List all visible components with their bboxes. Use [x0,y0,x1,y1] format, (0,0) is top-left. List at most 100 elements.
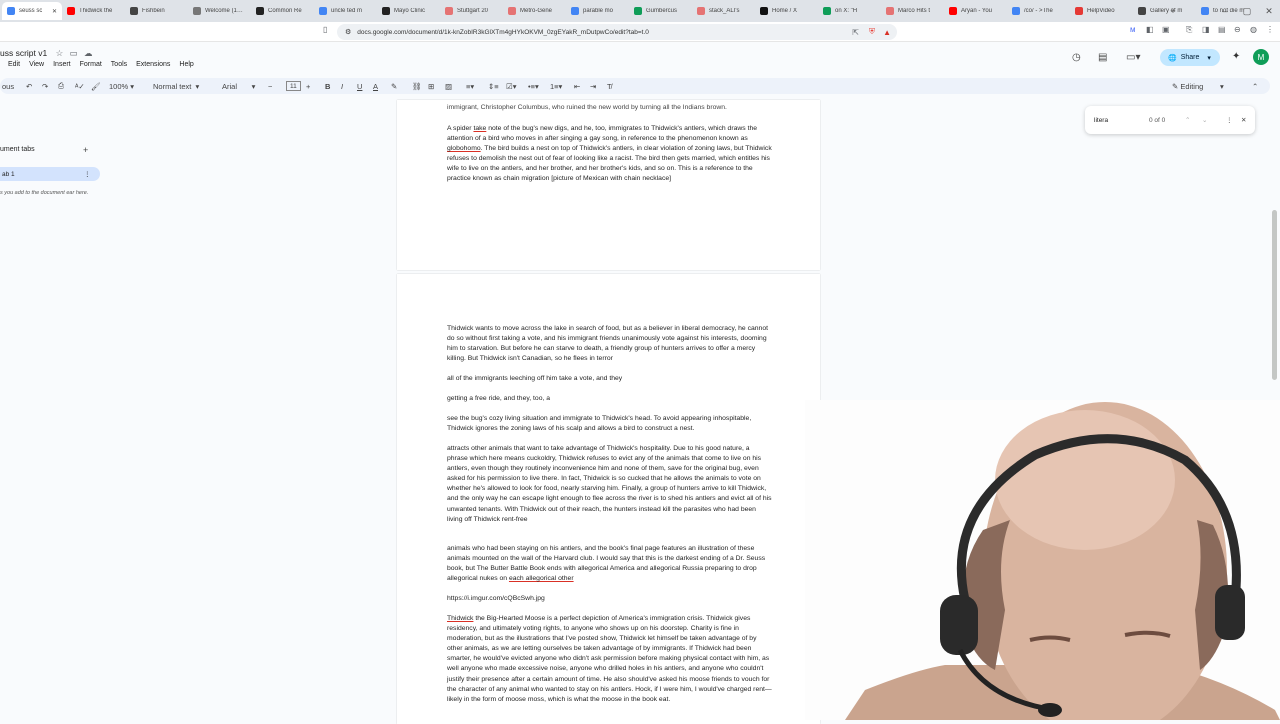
maximize-button[interactable]: ▢ [1236,0,1258,22]
menu-item-format[interactable]: Format [80,61,102,68]
meet-icon[interactable]: ▭▾ [1126,52,1140,63]
font-size-increase[interactable]: + [306,78,310,94]
sidebar-tab-1[interactable]: ab 1 ⋮ [0,167,100,181]
menu-item-tools[interactable]: Tools [111,61,127,68]
font-size-input[interactable]: 11 [286,81,301,91]
find-input[interactable]: litera [1094,117,1108,124]
menu-item-view[interactable]: View [29,61,44,68]
close-tab-icon[interactable]: ✕ [52,8,57,15]
align-icon[interactable]: ≡▾ [466,78,474,94]
menu-item-help[interactable]: Help [179,61,193,68]
browser-tab[interactable]: seuss sc ✕ [2,2,62,20]
site-info-icon[interactable]: ⚙ [345,28,351,36]
misspelled-word[interactable]: take [473,125,486,132]
browser-tab[interactable]: Thidwick the [62,2,125,20]
browser-tab[interactable]: stack_ALI's [692,2,755,20]
browser-tab[interactable]: /co/ - >The [1007,2,1070,20]
collapse-toolbar-icon[interactable]: ⌃ [1252,78,1258,94]
editing-mode-select[interactable]: ✎ Editing ▾ [1172,78,1224,94]
font-size-decrease[interactable]: − [268,78,272,94]
extension-warning-icon[interactable]: ▲ [883,28,891,37]
browser-menu-icon[interactable]: ⋮ [1266,25,1274,34]
browser-tab[interactable]: Fishbein [125,2,188,20]
scrollbar[interactable] [1272,210,1277,380]
misspelled-word[interactable]: globohomo [447,145,481,152]
highlight-icon[interactable]: ✎ [391,78,397,94]
bulleted-list-icon[interactable]: •≡▾ [528,78,539,94]
close-window-button[interactable]: ✕ [1258,0,1280,22]
gemini-icon[interactable]: ✦ [1232,51,1240,62]
search-menus-label[interactable]: ous [2,78,14,94]
menu-item-extensions[interactable]: Extensions [136,61,170,68]
text-color-icon[interactable]: A [373,78,378,94]
underline-button[interactable]: U [357,78,362,94]
browser-tab[interactable]: HelpVideo [1070,2,1133,20]
tab-options-icon[interactable]: ⋮ [84,170,91,178]
browser-tab[interactable]: Metro-Gene [503,2,566,20]
extension-icon-2[interactable]: ◧ [1146,25,1154,34]
browser-tab[interactable]: Common Re [251,2,314,20]
chevron-down-icon[interactable]: ⌄ [1202,116,1207,124]
menu-item-insert[interactable]: Insert [53,61,71,68]
extension-icon-4[interactable]: ⎘ [1186,25,1192,35]
browser-tab[interactable]: Home / X [755,2,818,20]
extension-icon-7[interactable]: ⊖ [1234,25,1241,34]
omnibox[interactable]: ⚙ docs.google.com/document/d/1k-knZobIR3… [337,24,897,40]
new-tab-icon[interactable]: + [1162,0,1184,22]
spellcheck-icon[interactable]: ᴬ✓ [75,78,85,94]
share-button[interactable]: 🌐 Share ▾ [1160,49,1220,66]
line-spacing-icon[interactable]: ⇕≡ [488,78,499,94]
extension-icon-3[interactable]: ▣ [1162,25,1170,34]
extension-shield-icon[interactable]: ⛨ [869,27,875,37]
chevron-down-icon[interactable]: ▾ [1207,54,1211,62]
minimize-button[interactable]: – [1214,0,1236,22]
add-tab-icon[interactable]: + [83,145,88,155]
style-select[interactable]: Normal text ▾ [153,78,199,94]
doc-title[interactable]: uss script v1 ☆ ▭ ☁ [0,48,93,59]
browser-tab[interactable]: Mayo Clinic [377,2,440,20]
bookmark-icon[interactable]: ▯ [323,25,327,34]
insert-image-icon[interactable]: ▨ [445,78,452,94]
add-comment-icon[interactable]: ⊞ [428,78,434,94]
extension-icon-6[interactable]: ▤ [1218,25,1226,34]
misspelled-word[interactable]: Thidwick [447,615,473,622]
extension-icon-8[interactable]: ◍ [1250,25,1257,34]
paint-format-icon[interactable]: 🖌 [91,78,101,94]
numbered-list-icon[interactable]: 1≡▾ [550,78,562,94]
decrease-indent-icon[interactable]: ⇤ [574,78,580,94]
misspelled-word[interactable]: each allegorical other [509,575,574,582]
extension-m-icon[interactable]: ᴍ [1130,25,1136,34]
extension-icon-5[interactable]: ◨ [1202,25,1210,34]
browser-tab[interactable]: Stuttgart 20 [440,2,503,20]
redo-icon[interactable]: ↷ [42,78,48,94]
star-icon[interactable]: ☆ [56,48,64,58]
version-history-icon[interactable]: ◷ [1072,52,1081,63]
browser-tab[interactable]: Aryan - You [944,2,1007,20]
comments-icon[interactable]: ▤ [1098,52,1107,63]
link-icon[interactable]: ⛓ [412,78,422,94]
zoom-select[interactable]: 100% ▾ [109,78,134,94]
move-folder-icon[interactable]: ▭ [70,48,78,58]
chevron-up-icon[interactable]: ⌃ [1185,116,1190,124]
avatar[interactable]: M [1253,49,1269,65]
browser-tab[interactable]: parable mo [566,2,629,20]
browser-tab[interactable]: on X: "H [818,2,881,20]
menu-item-edit[interactable]: Edit [8,61,20,68]
checklist-icon[interactable]: ☑▾ [506,78,517,94]
browser-tab-strip: seuss sc ✕ Thidwick the Fishbein Welcome (1…… [0,0,1280,22]
close-icon[interactable]: ✕ [1241,116,1246,124]
browser-tab[interactable]: Gumbercus [629,2,692,20]
font-select[interactable]: Arial ▾ [222,78,255,94]
clear-formatting-icon[interactable]: T̸ [607,78,612,94]
italic-button[interactable]: I [341,78,343,94]
increase-indent-icon[interactable]: ⇥ [590,78,596,94]
bold-button[interactable]: B [325,78,330,94]
undo-icon[interactable]: ↶ [26,78,32,94]
share-page-icon[interactable]: ⇱ [852,28,859,37]
browser-tab[interactable]: Marco Hits t [881,2,944,20]
print-icon[interactable]: ⎙ [58,78,64,94]
browser-tab[interactable]: Welcome (1… [188,2,251,20]
sidebar-note: s you add to the document ear here. [0,190,89,196]
more-options-icon[interactable]: ⋮ [1226,116,1233,124]
browser-tab[interactable]: uncle ted m [314,2,377,20]
